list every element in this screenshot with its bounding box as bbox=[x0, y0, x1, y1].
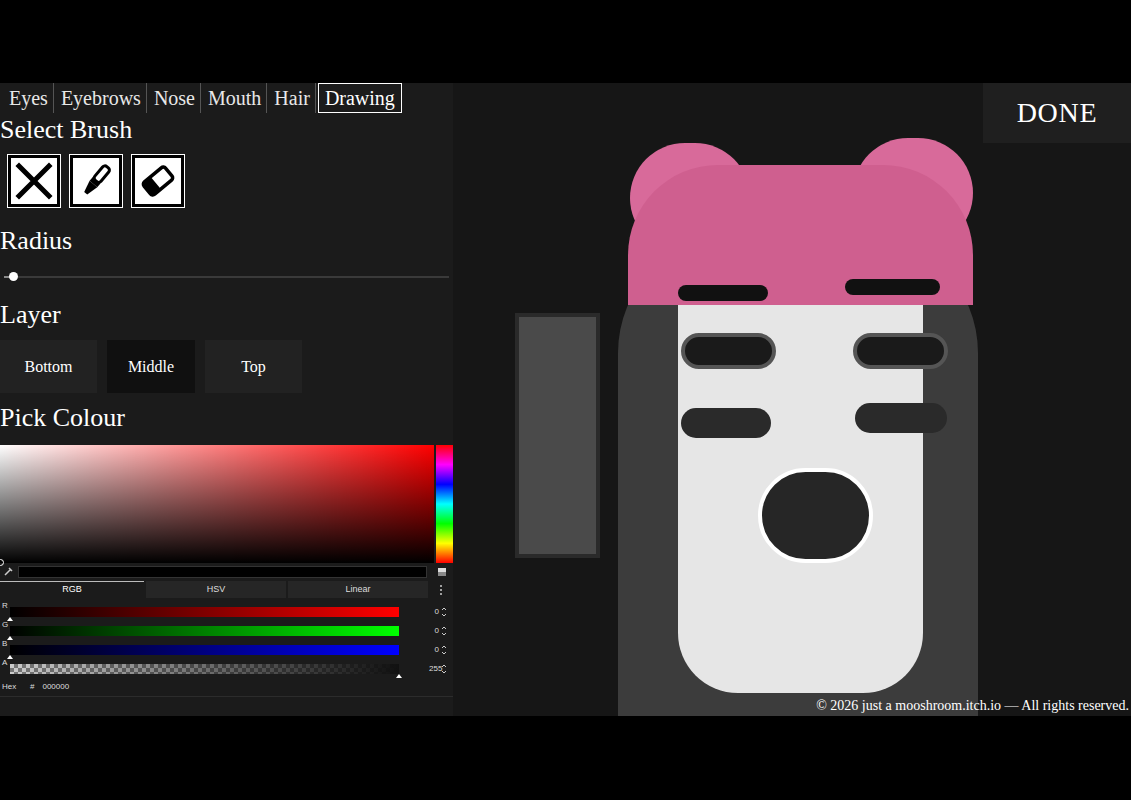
brush-button[interactable] bbox=[8, 155, 60, 207]
colour-preview bbox=[18, 566, 427, 578]
colour-preview-row bbox=[0, 563, 453, 581]
character-mouth bbox=[758, 468, 873, 563]
channel-handle[interactable] bbox=[396, 674, 402, 678]
background-window bbox=[515, 313, 600, 558]
editor-tab[interactable]: Eyes bbox=[4, 83, 54, 113]
channel-track[interactable] bbox=[10, 626, 399, 636]
hex-row: Hex #000000 bbox=[0, 678, 453, 697]
saturation-brightness-area[interactable] bbox=[0, 445, 434, 563]
colour-picker bbox=[0, 445, 453, 563]
layer-button[interactable]: Bottom bbox=[0, 340, 97, 393]
colour-mode-tab[interactable]: RGB bbox=[0, 581, 144, 598]
eraser-brush-icon bbox=[138, 161, 178, 201]
channel-sliders: R0G0B0A255 bbox=[0, 602, 453, 678]
letterbox-bottom bbox=[0, 716, 1131, 800]
editor: EyesEyebrowsNoseMouthHairDrawingSelect B… bbox=[0, 83, 1131, 716]
layer-buttons: BottomMiddleTop bbox=[0, 340, 453, 393]
channel-track[interactable] bbox=[10, 607, 399, 617]
none-brush-icon bbox=[14, 161, 54, 201]
channel-row: A 255 bbox=[0, 659, 453, 678]
section-heading: Radius bbox=[0, 226, 453, 256]
editor-tab[interactable]: Hair bbox=[269, 83, 316, 113]
editor-tab[interactable]: Eyebrows bbox=[56, 83, 147, 113]
channel-value[interactable]: 0 bbox=[429, 606, 439, 618]
tab-bar: EyesEyebrowsNoseMouthHairDrawing bbox=[0, 83, 453, 113]
eye-lower-left bbox=[681, 408, 771, 438]
channel-handle[interactable] bbox=[7, 636, 13, 640]
hex-label: Hex bbox=[2, 681, 22, 693]
radius-slider[interactable] bbox=[0, 272, 453, 282]
colour-mode-tab[interactable]: HSV bbox=[146, 581, 286, 598]
eyebrow-left bbox=[678, 285, 768, 301]
channel-value[interactable]: 255 bbox=[429, 663, 439, 675]
more-options-icon bbox=[439, 581, 443, 598]
slider-knob[interactable] bbox=[9, 272, 18, 281]
channel-value[interactable]: 0 bbox=[429, 644, 439, 656]
alpha-gradient bbox=[10, 664, 399, 674]
channel-handle[interactable] bbox=[7, 655, 13, 659]
eyebrow-right bbox=[845, 279, 940, 295]
spinner-icon bbox=[441, 663, 447, 675]
channel-label: B bbox=[2, 640, 10, 648]
done-button[interactable]: DONE bbox=[983, 83, 1131, 143]
spinner-icon bbox=[441, 606, 447, 618]
brush-row bbox=[0, 155, 453, 207]
hue-strip[interactable] bbox=[436, 445, 453, 563]
section-heading: Pick Colour bbox=[0, 403, 453, 433]
brush-button[interactable] bbox=[70, 155, 122, 207]
channel-row: B0 bbox=[0, 640, 453, 659]
channel-track[interactable] bbox=[10, 645, 399, 655]
colour-cursor[interactable] bbox=[0, 559, 4, 566]
channel-row: G0 bbox=[0, 621, 453, 640]
editor-tab[interactable]: Mouth bbox=[203, 83, 267, 113]
channel-label: R bbox=[2, 602, 10, 610]
channel-label: G bbox=[2, 621, 10, 629]
layer-button[interactable]: Top bbox=[205, 340, 302, 393]
hex-prefix: # bbox=[30, 681, 34, 693]
channel-handle[interactable] bbox=[7, 617, 13, 621]
hex-value[interactable]: 000000 bbox=[42, 681, 69, 693]
brush-button[interactable] bbox=[132, 155, 184, 207]
channel-label: A bbox=[2, 659, 10, 667]
colour-mode-tabs: RGBHSVLinear bbox=[0, 581, 453, 598]
colour-mode-tab[interactable]: Linear bbox=[288, 581, 428, 598]
eyedropper-icon bbox=[2, 566, 14, 578]
character-stage: DONE © 2026 just a mooshroom.itch.io — A… bbox=[453, 83, 1131, 716]
channel-row: R0 bbox=[0, 602, 453, 621]
channel-value[interactable]: 0 bbox=[429, 625, 439, 637]
spinner-icon bbox=[441, 625, 447, 637]
swatch-icon bbox=[437, 567, 447, 577]
eye-upper-right bbox=[853, 333, 948, 369]
eye-lower-right bbox=[855, 403, 947, 433]
letterbox-top bbox=[0, 0, 1131, 83]
spinner-icon bbox=[441, 644, 447, 656]
editor-tab[interactable]: Drawing bbox=[318, 83, 402, 113]
layer-button[interactable]: Middle bbox=[107, 340, 195, 393]
section-heading: Layer bbox=[0, 300, 453, 330]
slider-track[interactable] bbox=[4, 276, 449, 278]
brightness-gradient bbox=[0, 445, 434, 563]
side-panel: EyesEyebrowsNoseMouthHairDrawingSelect B… bbox=[0, 83, 453, 716]
editor-tab[interactable]: Nose bbox=[149, 83, 201, 113]
brush-brush-icon bbox=[76, 161, 116, 201]
eye-upper-left bbox=[681, 333, 776, 369]
section-heading: Select Brush bbox=[0, 115, 453, 145]
channel-track[interactable] bbox=[10, 664, 399, 674]
copyright-text: © 2026 just a mooshroom.itch.io — All ri… bbox=[816, 697, 1129, 715]
